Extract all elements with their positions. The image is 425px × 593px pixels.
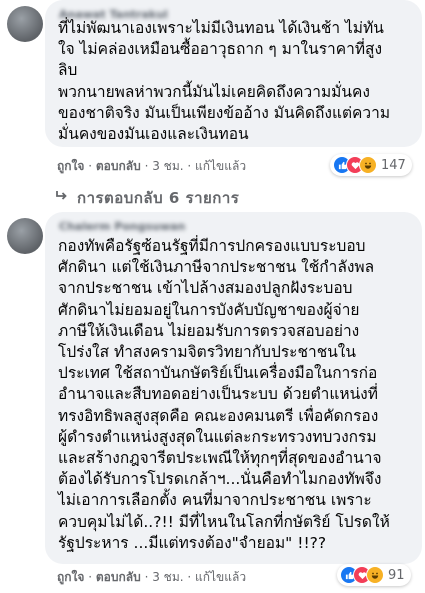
reply-arrow-icon [55, 189, 69, 207]
comment-text: ที่ไม่พัฒนาเองเพราะไม่มีเงินทอน ได้เงินช… [58, 19, 391, 144]
edited-label: แก้ไขแล้ว [195, 159, 247, 173]
view-replies-button[interactable]: การตอบกลับ 6 รายการ [55, 186, 239, 210]
reply-button[interactable]: ตอบกลับ [96, 159, 141, 173]
comment-actions: ถูกใจ · ตอบกลับ · 3 ชม. · แก้ไขแล้ว [57, 568, 246, 587]
comment-bubble: Anawat Tantrakul ที่ไม่พัฒนาเองเพราะไม่ม… [45, 0, 422, 147]
view-replies-label: การตอบกลับ 6 รายการ [77, 189, 240, 207]
comment-author[interactable]: Chalerm Pongsuwan [59, 220, 185, 233]
haha-icon [366, 566, 384, 584]
like-button[interactable]: ถูกใจ [57, 159, 84, 173]
timestamp[interactable]: 3 ชม. [152, 570, 183, 584]
commenter-avatar[interactable] [7, 218, 43, 254]
comment-text: กองทัพคือรัฐซ้อนรัฐที่มีการปกครองแบบระบอ… [58, 237, 390, 552]
comment-actions: ถูกใจ · ตอบกลับ · 3 ชม. · แก้ไขแล้ว [57, 157, 246, 176]
separator-dot: · [88, 159, 96, 173]
like-button[interactable]: ถูกใจ [57, 570, 84, 584]
reaction-summary[interactable]: 91 [337, 564, 411, 586]
separator-dot: · [187, 159, 196, 173]
timestamp[interactable]: 3 ชม. [152, 159, 183, 173]
reaction-count: 91 [388, 567, 405, 583]
reaction-count: 147 [381, 157, 406, 173]
reply-button[interactable]: ตอบกลับ [96, 570, 141, 584]
separator-dot: · [187, 570, 196, 584]
reaction-summary[interactable]: 147 [330, 154, 412, 176]
commenter-avatar[interactable] [7, 6, 43, 42]
edited-label: แก้ไขแล้ว [195, 570, 247, 584]
haha-icon [359, 156, 377, 174]
comment-bubble: Chalerm Pongsuwan กองทัพคือรัฐซ้อนรัฐที่… [45, 212, 422, 564]
separator-dot: · [88, 570, 96, 584]
